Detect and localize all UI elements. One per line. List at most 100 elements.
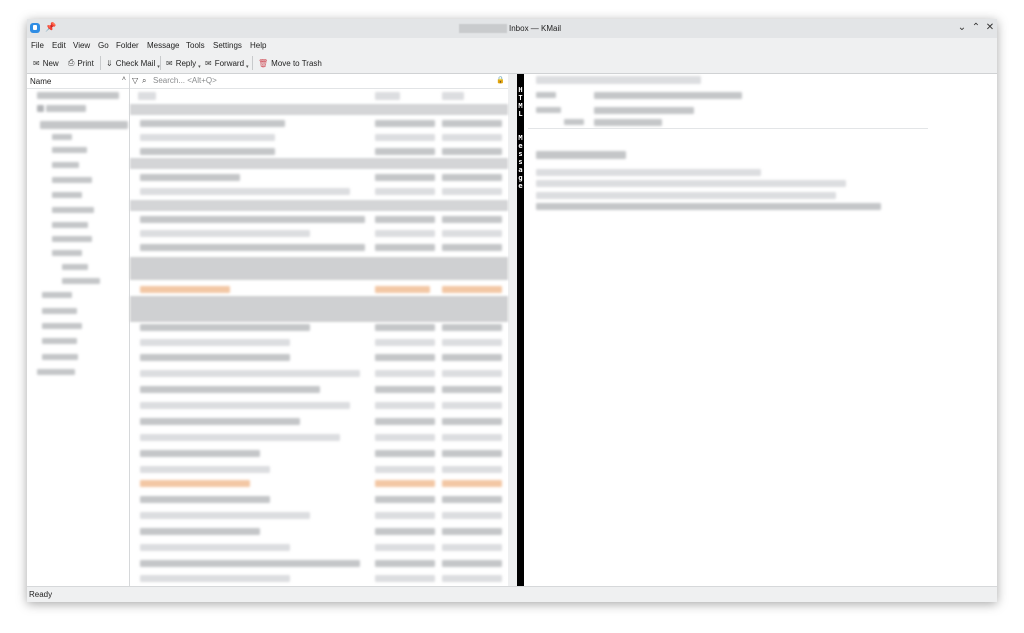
group-header[interactable] bbox=[130, 257, 508, 280]
message-row[interactable] bbox=[442, 134, 502, 141]
message-row[interactable] bbox=[375, 450, 435, 457]
message-row[interactable] bbox=[442, 434, 502, 441]
message-row[interactable] bbox=[140, 120, 285, 127]
folder-tree[interactable]: Name ˄ bbox=[27, 74, 130, 587]
message-row[interactable] bbox=[442, 148, 502, 155]
message-row[interactable] bbox=[375, 120, 435, 127]
message-row[interactable] bbox=[140, 148, 275, 155]
folder-item[interactable] bbox=[42, 338, 77, 344]
message-row[interactable] bbox=[442, 575, 502, 582]
folder-item[interactable] bbox=[52, 147, 87, 153]
folder-item[interactable] bbox=[52, 250, 82, 256]
search-input[interactable] bbox=[153, 75, 453, 86]
folder-item[interactable] bbox=[42, 323, 82, 329]
message-row[interactable] bbox=[375, 230, 435, 237]
folder-item[interactable] bbox=[42, 308, 77, 314]
folder-item[interactable] bbox=[52, 222, 88, 228]
message-row[interactable] bbox=[375, 244, 435, 251]
message-row[interactable] bbox=[140, 466, 270, 473]
menu-view[interactable]: View bbox=[73, 41, 90, 50]
folder-item[interactable] bbox=[62, 264, 88, 270]
message-row[interactable] bbox=[442, 386, 502, 393]
message-row[interactable] bbox=[140, 188, 350, 195]
message-row[interactable] bbox=[442, 466, 502, 473]
menu-folder[interactable]: Folder bbox=[116, 41, 139, 50]
message-row[interactable] bbox=[140, 496, 270, 503]
message-row[interactable] bbox=[140, 370, 360, 377]
message-row[interactable] bbox=[442, 120, 502, 127]
message-row[interactable] bbox=[140, 339, 290, 346]
lock-icon[interactable]: 🔒 bbox=[496, 76, 505, 84]
folder-expand-icon[interactable] bbox=[37, 105, 44, 112]
forward-button[interactable]: ✉ Forward ▾ bbox=[205, 57, 249, 70]
message-row[interactable] bbox=[442, 402, 502, 409]
message-row[interactable] bbox=[375, 560, 435, 567]
message-row-flagged[interactable] bbox=[442, 480, 502, 487]
folder-item[interactable] bbox=[62, 278, 100, 284]
message-row[interactable] bbox=[442, 188, 502, 195]
move-to-trash-button[interactable]: 🗑 Move to Trash bbox=[258, 57, 322, 69]
folder-item[interactable] bbox=[52, 177, 92, 183]
message-row[interactable] bbox=[442, 354, 502, 361]
folder-item[interactable] bbox=[46, 105, 86, 112]
message-row[interactable] bbox=[140, 134, 275, 141]
message-row[interactable] bbox=[375, 512, 435, 519]
message-row[interactable] bbox=[375, 496, 435, 503]
folder-item[interactable] bbox=[42, 292, 72, 298]
kmail-app-icon[interactable] bbox=[30, 23, 40, 33]
message-row[interactable] bbox=[375, 402, 435, 409]
print-button[interactable]: ⎙ Print bbox=[68, 57, 94, 69]
message-row[interactable] bbox=[442, 230, 502, 237]
message-row[interactable] bbox=[375, 386, 435, 393]
message-row[interactable] bbox=[375, 324, 435, 331]
menu-tools[interactable]: Tools bbox=[186, 41, 205, 50]
folder-item[interactable] bbox=[37, 92, 119, 99]
message-row[interactable] bbox=[442, 512, 502, 519]
message-row[interactable] bbox=[375, 354, 435, 361]
message-row-flagged[interactable] bbox=[375, 480, 435, 487]
message-row[interactable] bbox=[375, 434, 435, 441]
message-list[interactable]: ▽ ⌕ 🔒 bbox=[130, 74, 508, 587]
folder-item[interactable] bbox=[52, 236, 92, 242]
folder-item[interactable] bbox=[52, 207, 94, 213]
message-row[interactable] bbox=[140, 216, 365, 223]
group-header[interactable] bbox=[130, 200, 508, 211]
message-row[interactable] bbox=[140, 434, 340, 441]
message-row[interactable] bbox=[375, 418, 435, 425]
chevron-down-icon[interactable]: ▾ bbox=[198, 64, 201, 70]
message-row[interactable] bbox=[375, 528, 435, 535]
minimize-button[interactable]: ⌄ bbox=[956, 22, 968, 34]
message-row[interactable] bbox=[140, 418, 300, 425]
message-row-flagged[interactable] bbox=[140, 286, 230, 293]
message-row-flagged[interactable] bbox=[442, 286, 502, 293]
message-row[interactable] bbox=[140, 244, 365, 251]
message-row[interactable] bbox=[442, 339, 502, 346]
folder-item[interactable] bbox=[52, 162, 79, 168]
close-button[interactable]: ✕ bbox=[984, 22, 996, 34]
message-row[interactable] bbox=[140, 386, 320, 393]
message-row[interactable] bbox=[375, 575, 435, 582]
folder-item[interactable] bbox=[52, 192, 82, 198]
message-row[interactable] bbox=[442, 174, 502, 181]
message-row[interactable] bbox=[375, 134, 435, 141]
message-row-flagged[interactable] bbox=[140, 480, 250, 487]
message-row[interactable] bbox=[375, 148, 435, 155]
menu-settings[interactable]: Settings bbox=[213, 41, 242, 50]
message-row-flagged[interactable] bbox=[375, 286, 430, 293]
menu-message[interactable]: Message bbox=[147, 41, 179, 50]
message-row[interactable] bbox=[140, 230, 310, 237]
filter-icon[interactable]: ▽ bbox=[132, 76, 138, 85]
message-row[interactable] bbox=[442, 418, 502, 425]
message-row[interactable] bbox=[375, 216, 435, 223]
message-row[interactable] bbox=[442, 370, 502, 377]
folder-item[interactable] bbox=[52, 134, 72, 140]
message-row[interactable] bbox=[442, 544, 502, 551]
column-header[interactable] bbox=[138, 92, 156, 100]
reply-button[interactable]: ✉ Reply ▾ bbox=[166, 57, 201, 70]
folder-column-header[interactable]: Name ˄ bbox=[27, 74, 129, 89]
chevron-up-icon[interactable]: ˄ bbox=[122, 76, 126, 83]
message-row[interactable] bbox=[442, 496, 502, 503]
message-row[interactable] bbox=[140, 450, 260, 457]
folder-item-selected[interactable] bbox=[40, 121, 128, 129]
message-row[interactable] bbox=[140, 324, 310, 331]
